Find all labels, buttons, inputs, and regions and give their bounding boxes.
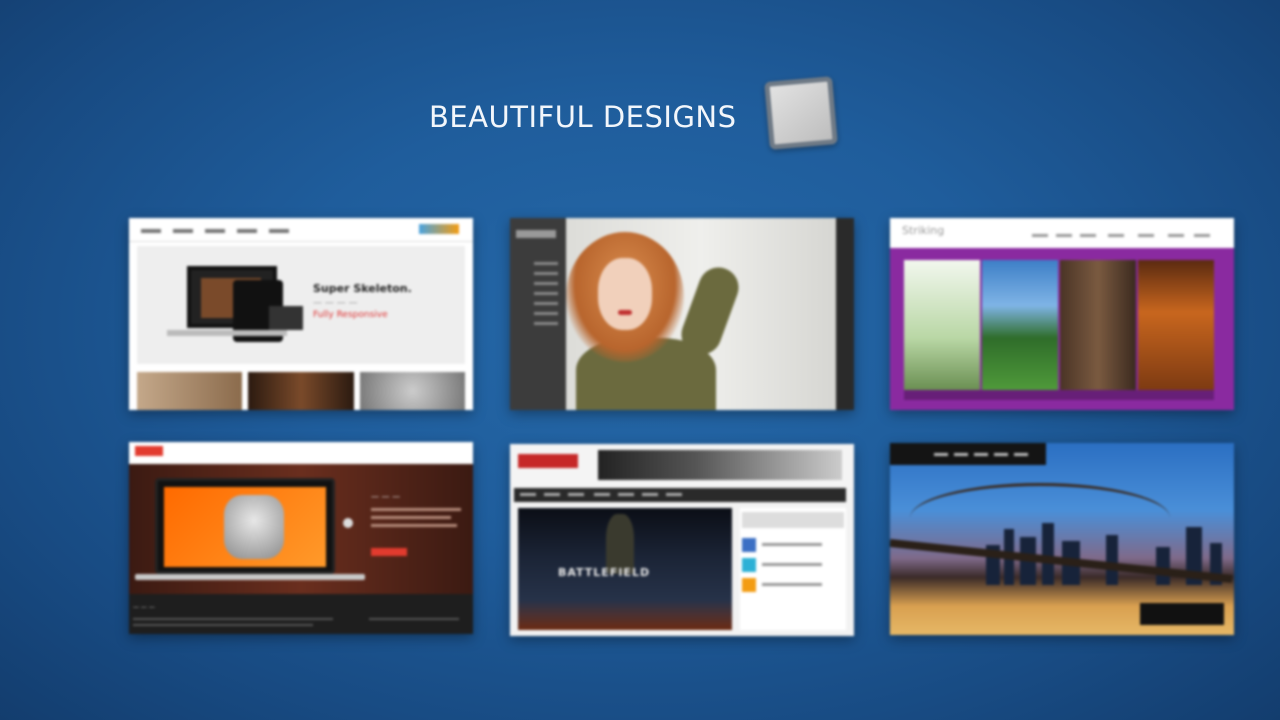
thumb-brand	[419, 224, 459, 234]
thumb-hero: — — —	[129, 464, 473, 594]
thumb-banner-ad	[598, 450, 842, 480]
thumb-menu	[514, 488, 846, 502]
thumb-hero: Super Skeleton. — — — — Fully Responsive	[137, 246, 465, 364]
thumb-right-edge	[836, 218, 854, 410]
thumb-cta-button	[371, 548, 407, 556]
thumb-feature-title: BATTLEFIELD	[558, 566, 651, 579]
phone-image	[269, 306, 303, 330]
page-headline: BEAUTIFUL DESIGNS	[429, 100, 737, 134]
theme-thumbnail-biolanced[interactable]: BATTLEFIELD	[510, 444, 854, 636]
model-lips	[618, 310, 632, 315]
app-logo-square-icon	[764, 76, 838, 150]
thumb-logo: Striking	[902, 224, 945, 237]
laptop-image	[155, 478, 335, 574]
thumb-nav: Striking	[890, 218, 1234, 248]
thumb-nav	[129, 442, 473, 464]
bridge-cable	[910, 483, 1170, 553]
thumb-slider	[904, 260, 1214, 390]
thumb-sidebar	[510, 218, 566, 410]
thumb-hero-heading: — — —	[371, 492, 401, 501]
thumb-sidebar	[740, 508, 846, 630]
thumb-image-strip	[137, 372, 465, 410]
model-face	[598, 258, 652, 330]
theme-thumbnail-super-skeleton[interactable]: Super Skeleton. — — — — Fully Responsive	[129, 218, 473, 410]
thumb-footer: — — —	[129, 594, 473, 634]
thumb-caption-bar	[904, 390, 1214, 400]
theme-thumbnail-dark-laptop[interactable]: — — — — — —	[129, 442, 473, 634]
thumb-nav	[890, 443, 1046, 465]
theme-thumbnail-city-bridge[interactable]	[890, 443, 1234, 635]
theme-thumbnail-model[interactable]	[510, 218, 854, 410]
laptop-base	[167, 330, 287, 336]
thumb-hero-title: Super Skeleton.	[313, 282, 412, 295]
thumb-header	[510, 444, 854, 488]
thumb-hero-tagline: Fully Responsive	[313, 310, 388, 320]
thumb-hero-subtitle: — — — —	[313, 298, 358, 308]
theme-thumbnail-striking[interactable]: Striking	[890, 218, 1234, 410]
thumb-caption-badge	[1140, 603, 1224, 625]
slide-stage: BEAUTIFUL DESIGNS Super Skeleton. — — — …	[0, 0, 1280, 720]
thumb-feature-image: BATTLEFIELD	[518, 508, 732, 630]
thumb-logo	[518, 454, 578, 468]
